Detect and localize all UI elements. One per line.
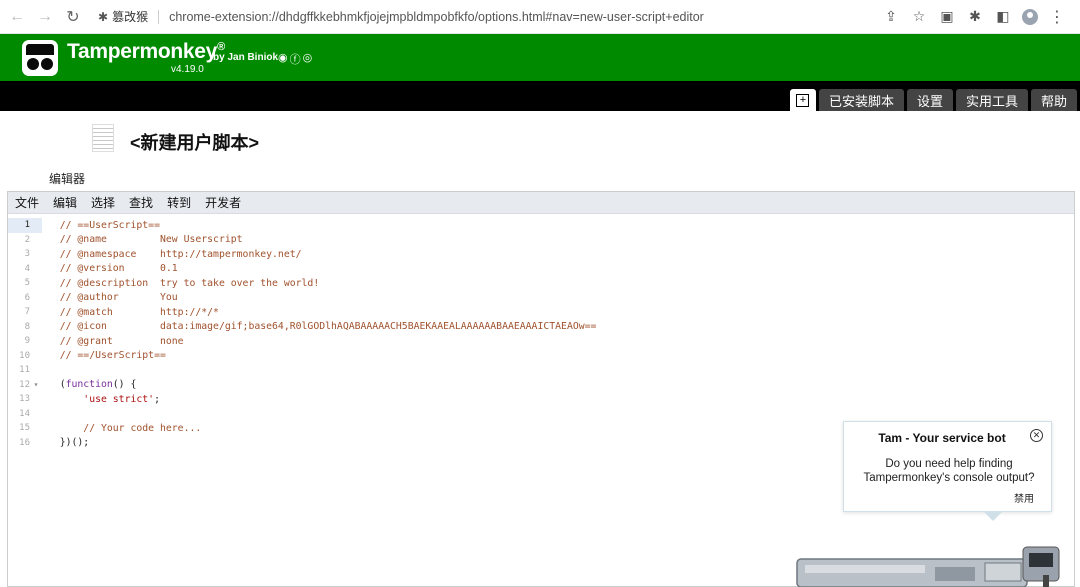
origin-label: 篡改猴 — [112, 10, 149, 24]
service-bot-popup: Tam - Your service bot ✕ Do you need hel… — [843, 421, 1052, 521]
social-links: ◉ ⓕ ◎ — [278, 51, 312, 67]
code-line: 15 // Your code here... — [19, 422, 202, 434]
version-label: v4.19.0 — [171, 64, 204, 75]
code-line: 4 // @version 0.1 — [24, 263, 178, 275]
tab-new-script[interactable]: + — [789, 89, 816, 111]
bot-disable-link[interactable]: 禁用 — [1014, 490, 1034, 505]
editor-menubar: 文件 编辑 选择 查找 转到 开发者 — [8, 192, 1074, 214]
bot-title: Tam - Your service bot — [878, 431, 1006, 445]
instagram-icon[interactable]: ◎ — [303, 51, 313, 67]
tab-utilities[interactable]: 实用工具 — [955, 89, 1028, 111]
code-line: 8 // @icon data:image/gif;base64,R0lGODl… — [24, 321, 597, 333]
code-line: 2 // @name New Userscript — [24, 234, 243, 246]
menu-edit[interactable]: 编辑 — [46, 194, 84, 211]
tab-settings[interactable]: 设置 — [906, 89, 953, 111]
author-byline: by Jan Biniok — [213, 52, 279, 63]
script-title: <新建用户脚本> — [130, 133, 260, 153]
facebook-icon[interactable]: ⓕ — [290, 51, 301, 67]
code-line: 3 // @namespace http://tampermonkey.net/ — [24, 248, 302, 260]
forward-arrow-icon[interactable]: → — [34, 6, 56, 28]
address-divider — [158, 9, 160, 24]
code-line: 10 // ==/UserScript== — [19, 350, 166, 362]
app-title: Tampermonkey® — [67, 40, 225, 63]
code-line: 16 })(); — [19, 437, 90, 449]
editor-label: 编辑器 — [49, 172, 86, 186]
code-line: 13 'use strict'; — [19, 393, 160, 405]
fold-arrow-icon: ▾ — [33, 380, 39, 390]
menu-file[interactable]: 文件 — [8, 194, 46, 211]
script-file-icon — [92, 124, 114, 152]
code-line: 12 ▾ (function() { — [19, 379, 137, 391]
code-line: 9 // @grant none — [24, 335, 184, 347]
tab-installed-scripts[interactable]: 已安装脚本 — [818, 89, 904, 111]
tampermonkey-header: Tampermonkey® by Jan Biniok ◉ ⓕ ◎ v4.19.… — [0, 34, 1080, 81]
menu-kebab-icon[interactable]: ⋮ — [1048, 8, 1066, 26]
profile-avatar-icon[interactable] — [1022, 8, 1038, 25]
code-line: 11 — [19, 365, 30, 376]
extension-puzzle-icon: ✱ — [98, 9, 109, 24]
code-line: 5 // @description try to take over the w… — [24, 277, 320, 289]
close-icon[interactable]: ✕ — [1030, 429, 1043, 442]
address-bar[interactable]: ✱ 篡改猴 chrome-extension://dhdgffkkebhmkfj… — [98, 4, 882, 30]
menu-select[interactable]: 选择 — [84, 194, 122, 211]
tampermonkey-logo-icon — [22, 40, 58, 76]
service-bot-robot-icon[interactable] — [795, 545, 1070, 587]
back-arrow-icon[interactable]: ← — [6, 6, 28, 28]
code-line: 14 — [19, 408, 30, 419]
menu-developer[interactable]: 开发者 — [198, 194, 248, 211]
url-text[interactable]: chrome-extension://dhdgffkkebhmkfjojejmp… — [169, 10, 704, 24]
tab-help[interactable]: 帮助 — [1030, 89, 1077, 111]
tab-bar: + 已安装脚本 设置 实用工具 帮助 — [0, 81, 1080, 111]
code-line: 6 // @author You — [24, 292, 178, 304]
reload-icon[interactable]: ↻ — [62, 6, 84, 28]
code-line: 1 // ==UserScript== — [24, 219, 160, 231]
extensions-icon[interactable]: ✱ — [966, 8, 984, 26]
bot-message: Do you need help finding Tampermonkey's … — [863, 458, 1035, 484]
github-icon[interactable]: ◉ — [278, 51, 288, 67]
browser-toolbar: ← → ↻ ✱ 篡改猴 chrome-extension://dhdgffkke… — [0, 0, 1080, 34]
share-icon[interactable]: ⇪ — [882, 8, 900, 26]
code-line: 7 // @match http://*/* — [24, 306, 219, 318]
tampermonkey-ext-icon[interactable]: ▣ — [938, 8, 956, 26]
plus-icon: + — [796, 93, 810, 107]
bubble-tail — [984, 512, 1002, 521]
menu-find[interactable]: 查找 — [122, 194, 160, 211]
bookmark-star-icon[interactable]: ☆ — [910, 8, 928, 26]
code-editor[interactable]: 文件 编辑 选择 查找 转到 开发者 1 // ==UserScript== 2… — [7, 191, 1075, 587]
side-panel-icon[interactable]: ◧ — [994, 8, 1012, 26]
menu-goto[interactable]: 转到 — [160, 194, 198, 211]
